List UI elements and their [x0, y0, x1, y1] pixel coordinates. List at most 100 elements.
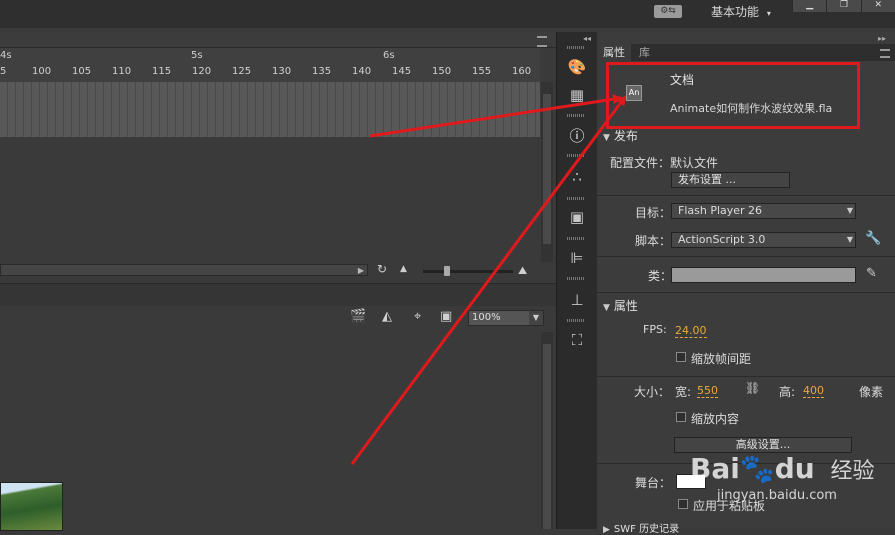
publish-section-header[interactable]: ▼ 发布 [597, 127, 895, 143]
fps-label: FPS: [643, 323, 667, 336]
stage-color-label: 舞台： [635, 476, 672, 490]
pencil-icon[interactable]: ✎ [866, 266, 877, 281]
fps-value[interactable]: 24.00 [675, 325, 707, 338]
stage-landscape-image[interactable] [0, 482, 63, 531]
grid-icon[interactable]: ▦ [566, 84, 588, 106]
target-select[interactable]: Flash Player 26 ▼ [671, 203, 856, 219]
dock-grip[interactable] [567, 114, 585, 117]
timeline-ruler[interactable]: 4s 5s 6s 5 100 105 110 115 120 125 130 1… [0, 48, 540, 82]
second-marker: 5s [191, 50, 203, 61]
divider [597, 292, 895, 293]
advanced-settings-button[interactable]: 高级设置... [674, 437, 852, 453]
scale-spans-label: 缩放帧间距 [691, 352, 752, 366]
scroll-thumb[interactable] [543, 344, 551, 529]
collapse-arrows-icon[interactable]: ◂◂ [583, 34, 591, 43]
timeline-zoom-slider[interactable] [423, 270, 513, 273]
frame-number: 125 [232, 66, 252, 77]
info-icon[interactable]: ⓘ [566, 125, 588, 147]
sync-settings-button[interactable]: ⚙⇆ [654, 5, 682, 18]
dock-grip[interactable] [567, 46, 585, 49]
frame-number: 100 [32, 66, 52, 77]
timeline-horizontal-scrollbar[interactable]: ▶ [0, 264, 368, 276]
width-value[interactable]: 550 [697, 385, 718, 398]
stage-tab-bar [0, 283, 556, 307]
symbol-icon[interactable]: ◭ [382, 309, 392, 324]
class-input[interactable] [671, 267, 856, 283]
motion-presets-icon[interactable]: ∴ [566, 166, 588, 188]
frame-number: 130 [272, 66, 292, 77]
frame-number: 160 [512, 66, 532, 77]
tab-properties[interactable]: 属性 [597, 44, 631, 61]
stage-vertical-scrollbar[interactable] [541, 332, 553, 529]
components-icon[interactable]: ⊥ [566, 289, 588, 311]
dock-grip[interactable] [567, 277, 585, 280]
link-icon[interactable]: ⛓ [745, 381, 760, 395]
watermark-url: jingyan.baidu.com [717, 488, 837, 503]
properties-section-header[interactable]: ▼ 属性 [597, 297, 895, 313]
align-icon[interactable]: ⊫ [566, 247, 588, 269]
library-symbol-icon[interactable]: ▣ [566, 206, 588, 228]
frame-number: 145 [392, 66, 412, 77]
swf-history-section-header[interactable]: ▶ SWF 历史记录 [597, 520, 895, 535]
zoom-mountains-icon[interactable]: ⛰ [518, 264, 527, 278]
frame-number: 105 [72, 66, 92, 77]
baidu-watermark: Bai🐾du 经验 [690, 452, 874, 485]
center-stage-icon[interactable]: ⌖ [414, 309, 421, 324]
watermark-brand: Bai [690, 452, 740, 485]
timeline-vertical-scrollbar[interactable] [541, 82, 553, 262]
timeline-layer-area[interactable] [0, 137, 540, 257]
clip-stage-icon[interactable]: ▣ [440, 309, 452, 324]
target-label: 目标： [635, 206, 672, 220]
paw-icon: 🐾 [739, 452, 775, 485]
restore-button[interactable]: ❐ [826, 0, 860, 12]
pixels-label: 像素 [859, 385, 884, 399]
frame-number: 155 [472, 66, 492, 77]
publish-settings-button[interactable]: 发布设置 ... [671, 172, 790, 188]
play-arrow-icon[interactable]: ▶ [358, 266, 364, 275]
window-controls: ▁ ❐ ✕ [792, 0, 895, 12]
transform-icon[interactable]: ⛶ [566, 329, 588, 351]
script-select[interactable]: ActionScript 3.0 ▼ [671, 232, 856, 248]
watermark-jingyan: 经验 [830, 459, 875, 484]
script-label: 脚本： [635, 234, 672, 248]
panel-menu-icon[interactable] [880, 49, 890, 58]
second-marker: 4s [0, 50, 12, 61]
target-value: Flash Player 26 [678, 204, 763, 217]
close-button[interactable]: ✕ [860, 0, 895, 12]
dock-grip[interactable] [567, 319, 585, 322]
collapse-arrows-icon[interactable]: ▸▸ [878, 34, 886, 43]
clapper-icon[interactable]: 🎬 [350, 309, 366, 324]
divider [597, 376, 895, 377]
chevron-down-icon[interactable]: ▼ [529, 311, 543, 325]
scale-content-checkbox[interactable] [676, 412, 686, 422]
loop-icon[interactable]: ↻ [377, 262, 387, 276]
color-palette-icon[interactable]: 🎨 [566, 56, 588, 78]
annotation-highlight-box [606, 62, 860, 129]
dock-grip[interactable] [567, 237, 585, 240]
zoom-value: 100% [472, 312, 501, 323]
tab-library[interactable]: 库 [633, 44, 656, 61]
second-marker: 6s [383, 50, 395, 61]
slider-knob[interactable] [444, 266, 450, 276]
timeline-frame-grid[interactable] [0, 82, 540, 137]
dock-grip[interactable] [567, 197, 585, 200]
expand-triangle-icon: ▼ [603, 133, 610, 143]
minimize-button[interactable]: ▁ [792, 0, 826, 12]
zoom-in-small-icon[interactable]: ▲ [400, 264, 407, 274]
dock-grip[interactable] [567, 154, 585, 157]
timeline-panel-menu-icon[interactable] [537, 36, 547, 47]
expand-triangle-icon: ▶ [603, 525, 610, 535]
scroll-thumb[interactable] [543, 94, 551, 244]
profile-label: 配置文件： [610, 156, 671, 170]
height-value[interactable]: 400 [803, 385, 824, 398]
properties-tab-bar: 属性 库 [597, 44, 895, 61]
zoom-select[interactable]: 100% ▼ [468, 310, 544, 326]
frame-number: 110 [112, 66, 132, 77]
chevron-down-icon: ▾ [766, 9, 771, 18]
scale-content-label: 缩放内容 [691, 412, 740, 426]
apply-pasteboard-checkbox[interactable] [678, 499, 688, 509]
wrench-icon[interactable]: 🔧 [865, 231, 881, 246]
workspace-switcher[interactable]: 基本功能 ▾ [711, 3, 771, 20]
scale-spans-checkbox[interactable] [676, 352, 686, 362]
stage-canvas[interactable] [0, 330, 540, 529]
